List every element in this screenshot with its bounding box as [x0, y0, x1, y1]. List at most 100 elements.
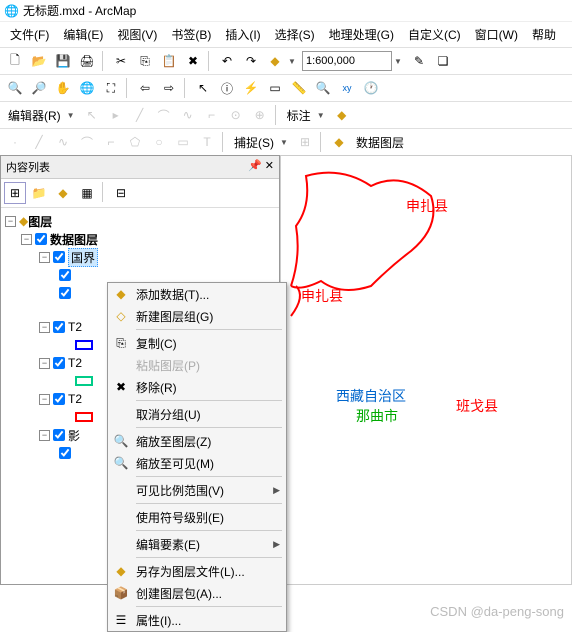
- layer-last[interactable]: 影: [68, 427, 80, 444]
- draw-line-icon[interactable]: ╱: [28, 131, 50, 153]
- paste-icon[interactable]: 📋: [158, 50, 180, 72]
- menu-bookmark[interactable]: 书签(B): [165, 24, 217, 45]
- ctx-ungroup[interactable]: 取消分组(U): [108, 403, 286, 425]
- layer-t2-1[interactable]: T2: [68, 320, 82, 334]
- new-icon[interactable]: 🗋: [4, 50, 26, 72]
- scale-drop-icon[interactable]: ▼: [394, 57, 406, 66]
- annotate-menu[interactable]: 标注: [283, 105, 315, 126]
- options-icon[interactable]: ⊟: [110, 182, 132, 204]
- time-icon[interactable]: 🕐: [360, 77, 382, 99]
- midpoint-icon[interactable]: ⊙: [225, 104, 247, 126]
- ctx-create-pkg[interactable]: 📦创建图层包(A)...: [108, 582, 286, 604]
- edit-vertex-icon[interactable]: ▸: [105, 104, 127, 126]
- editor-menu[interactable]: 编辑器(R): [4, 105, 65, 126]
- pin-icon[interactable]: 📌: [248, 160, 262, 172]
- capture-menu[interactable]: 捕捉(S): [230, 132, 278, 153]
- print-icon[interactable]: 🖨: [76, 50, 98, 72]
- ctx-visible-scale[interactable]: 可见比例范围(V)▶: [108, 479, 286, 501]
- draw-circle-icon[interactable]: ○: [148, 131, 170, 153]
- hyperlink-icon[interactable]: ⚡: [240, 77, 262, 99]
- draw-rect-icon[interactable]: ▭: [172, 131, 194, 153]
- measure-icon[interactable]: 📏: [288, 77, 310, 99]
- xy-icon[interactable]: xy: [336, 77, 358, 99]
- selected-layer[interactable]: 国界: [68, 248, 98, 267]
- layer-check[interactable]: [53, 429, 65, 441]
- redo-icon[interactable]: ↷: [240, 50, 262, 72]
- expand-icon[interactable]: −: [5, 216, 16, 227]
- prev-extent-icon[interactable]: ⇦: [134, 77, 156, 99]
- close-icon[interactable]: ✕: [265, 160, 274, 172]
- data-layer-icon[interactable]: ◆: [328, 131, 350, 153]
- ctx-add-data[interactable]: ◆添加数据(T)...: [108, 283, 286, 305]
- right-angle-icon[interactable]: ⌐: [201, 104, 223, 126]
- menu-customize[interactable]: 自定义(C): [402, 24, 467, 45]
- data-layer-node[interactable]: 数据图层: [50, 231, 98, 248]
- draw-angle-icon[interactable]: ⌐: [100, 131, 122, 153]
- snap-icon[interactable]: ⊞: [294, 131, 316, 153]
- expand-icon[interactable]: −: [39, 252, 50, 263]
- undo-icon[interactable]: ↶: [216, 50, 238, 72]
- expand-icon[interactable]: −: [39, 322, 50, 333]
- sublayer-check[interactable]: [59, 287, 71, 299]
- list-by-source-icon[interactable]: 📁: [28, 182, 50, 204]
- find-icon[interactable]: 🔍: [312, 77, 334, 99]
- expand-icon[interactable]: −: [39, 430, 50, 441]
- layer-t2-2[interactable]: T2: [68, 356, 82, 370]
- list-by-visibility-icon[interactable]: ◆: [52, 182, 74, 204]
- straight-icon[interactable]: ╱: [129, 104, 151, 126]
- root-layer[interactable]: 图层: [28, 213, 52, 230]
- editor-drop-icon[interactable]: ▼: [67, 111, 79, 120]
- identify-icon[interactable]: ⓘ: [216, 77, 238, 99]
- sublayer-check[interactable]: [59, 269, 71, 281]
- ctx-copy[interactable]: ⎘复制(C): [108, 332, 286, 354]
- layers-icon[interactable]: ❏: [432, 50, 454, 72]
- draw-arc-icon[interactable]: ⌒: [76, 131, 98, 153]
- list-by-select-icon[interactable]: ▦: [76, 182, 98, 204]
- layer-check[interactable]: [53, 321, 65, 333]
- sublayer-check[interactable]: [59, 447, 71, 459]
- ctx-new-group[interactable]: ◇新建图层组(G): [108, 305, 286, 327]
- ctx-remove[interactable]: ✖移除(R): [108, 376, 286, 398]
- expand-icon[interactable]: −: [21, 234, 32, 245]
- layer-t2-3[interactable]: T2: [68, 392, 82, 406]
- annotate-drop-icon[interactable]: ▼: [317, 111, 329, 120]
- draw-text-icon[interactable]: T: [196, 131, 218, 153]
- add-data-icon[interactable]: ◆: [264, 50, 286, 72]
- ctx-use-symbol[interactable]: 使用符号级别(E): [108, 506, 286, 528]
- map-canvas[interactable]: 申扎县 申扎县 西藏自治区 那曲市 班戈县: [280, 155, 572, 585]
- save-icon[interactable]: 💾: [52, 50, 74, 72]
- layer-check[interactable]: [53, 357, 65, 369]
- menu-select[interactable]: 选择(S): [269, 24, 321, 45]
- tool-icon[interactable]: ✎: [408, 50, 430, 72]
- menu-insert[interactable]: 插入(I): [219, 24, 266, 45]
- pointer-icon[interactable]: ↖: [192, 77, 214, 99]
- expand-icon[interactable]: −: [39, 394, 50, 405]
- ctx-save-as[interactable]: ◆另存为图层文件(L)...: [108, 560, 286, 582]
- arc-icon[interactable]: ⌒: [153, 104, 175, 126]
- dropdown-icon[interactable]: ▼: [288, 57, 300, 66]
- menu-window[interactable]: 窗口(W): [469, 24, 524, 45]
- data-layer-label[interactable]: 数据图层: [352, 132, 408, 153]
- full-extent-icon[interactable]: ⛶: [100, 77, 122, 99]
- pan-icon[interactable]: ✋: [52, 77, 74, 99]
- zoom-out-icon[interactable]: 🔎: [28, 77, 50, 99]
- draw-poly-icon[interactable]: ⬠: [124, 131, 146, 153]
- edit-tool-icon[interactable]: ↖: [81, 104, 103, 126]
- layer-check[interactable]: [53, 393, 65, 405]
- ctx-edit-feature[interactable]: 编辑要素(E)▶: [108, 533, 286, 555]
- layer-check[interactable]: [53, 251, 65, 263]
- draw-point-icon[interactable]: ·: [4, 131, 26, 153]
- data-layer-check[interactable]: [35, 233, 47, 245]
- trace-icon[interactable]: ∿: [177, 104, 199, 126]
- list-by-draw-icon[interactable]: ⊞: [4, 182, 26, 204]
- scale-input[interactable]: [302, 51, 392, 71]
- endpoint-icon[interactable]: ⊕: [249, 104, 271, 126]
- next-extent-icon[interactable]: ⇨: [158, 77, 180, 99]
- delete-icon[interactable]: ✖: [182, 50, 204, 72]
- menu-view[interactable]: 视图(V): [111, 24, 163, 45]
- cut-icon[interactable]: ✂: [110, 50, 132, 72]
- ctx-zoom-layer[interactable]: 🔍缩放至图层(Z): [108, 430, 286, 452]
- globe-icon[interactable]: 🌐: [76, 77, 98, 99]
- menu-help[interactable]: 帮助: [526, 24, 562, 45]
- ctx-props[interactable]: ☰属性(I)...: [108, 609, 286, 631]
